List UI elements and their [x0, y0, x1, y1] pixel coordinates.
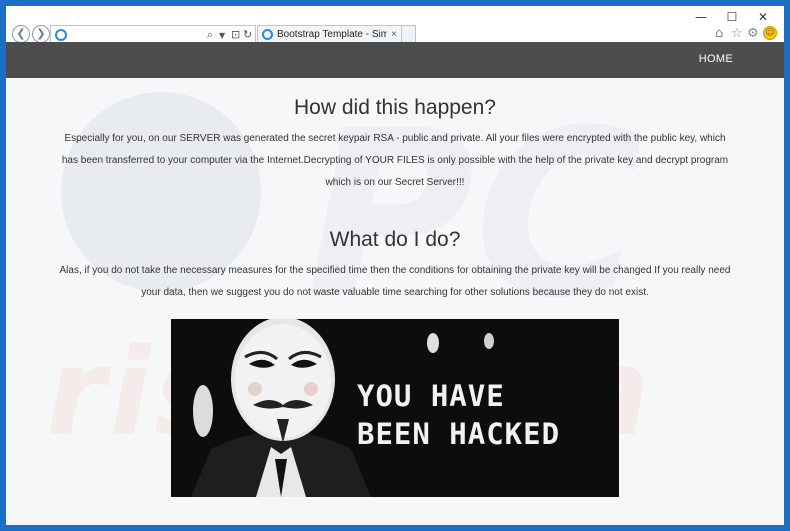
- settings-icon[interactable]: ⚙: [747, 26, 759, 41]
- favorites-icon[interactable]: ☆: [731, 26, 743, 41]
- section2-heading: What do I do?: [329, 228, 461, 251]
- refresh-icon[interactable]: ↻: [243, 28, 252, 41]
- hacked-message: YOU HAVE BEEN HACKED: [357, 377, 560, 453]
- section1-body: Especially for you, on our SERVER was ge…: [61, 133, 729, 188]
- forward-button[interactable]: ❯: [32, 25, 50, 43]
- tab-ie-icon: [262, 29, 273, 40]
- lock-icon[interactable]: ⊡: [231, 28, 240, 41]
- ie-icon: [55, 29, 67, 41]
- dropdown-icon[interactable]: ▼: [219, 31, 225, 40]
- back-icon: ❮: [16, 27, 26, 40]
- web-page: PC risk.com HOME How did this happen? Es…: [6, 42, 784, 525]
- browser-chrome: — ☐ ✕ ❮ ❯ ⌕ ▼ ⊡ ↻ Bootstrap Template - S…: [6, 6, 784, 45]
- watermark-pc-logo: PC: [306, 82, 644, 349]
- hacked-line-1: YOU HAVE: [357, 379, 505, 413]
- search-icon[interactable]: ⌕: [207, 28, 213, 42]
- hacked-banner-image: YOU HAVE BEEN HACKED: [171, 319, 619, 497]
- navbar: HOME: [6, 42, 784, 78]
- home-icon[interactable]: ⌂: [715, 26, 723, 41]
- smiley-icon[interactable]: ☺: [763, 26, 777, 40]
- hacked-line-2: BEEN HACKED: [357, 417, 561, 451]
- browser-window: — ☐ ✕ ❮ ❯ ⌕ ▼ ⊡ ↻ Bootstrap Template - S…: [6, 6, 784, 525]
- forward-icon: ❯: [36, 27, 46, 40]
- minimize-button[interactable]: —: [686, 8, 716, 26]
- section2-body: Alas, if you do not take the necessary m…: [59, 265, 731, 298]
- close-window-button[interactable]: ✕: [748, 8, 778, 26]
- back-button[interactable]: ❮: [12, 25, 30, 43]
- section1-heading: How did this happen?: [294, 96, 496, 119]
- nav-home-link[interactable]: HOME: [699, 53, 733, 65]
- maximize-button[interactable]: ☐: [717, 8, 747, 26]
